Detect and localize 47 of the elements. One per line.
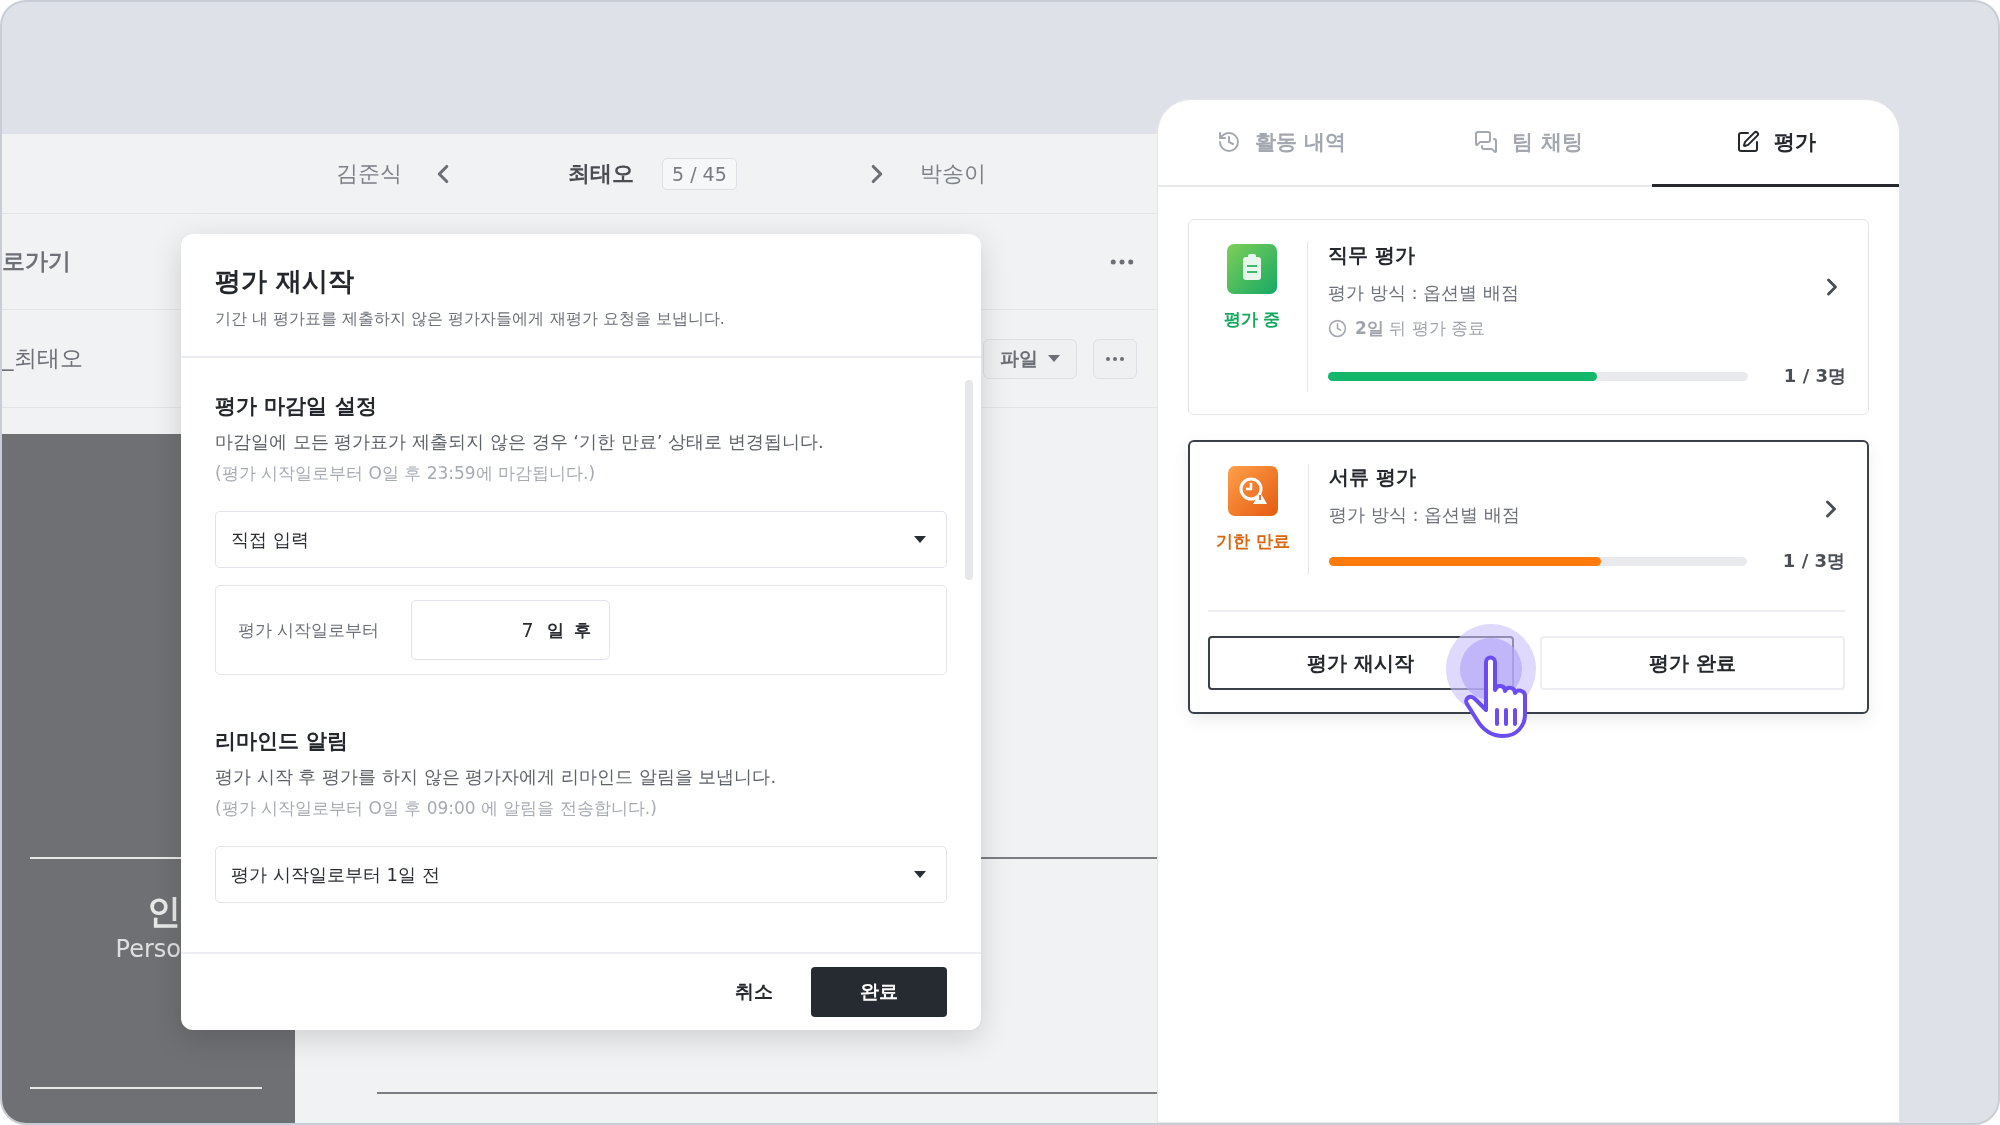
- current-person: 최태오: [568, 159, 634, 188]
- profile-subtitle: Perso: [115, 935, 181, 963]
- offset-label: 평가 시작일로부터: [238, 618, 380, 642]
- status-label: 평가 중: [1223, 308, 1281, 331]
- status-label: 기한 만료: [1216, 530, 1290, 553]
- profile-initial: 인: [147, 890, 181, 933]
- clipboard-icon: [1227, 244, 1277, 294]
- section-title: 리마인드 알림: [215, 728, 350, 755]
- section-description: 마감일에 모든 평가표가 제출되지 않은 경우 ‘기한 만료’ 상태로 변경됩니다.: [215, 430, 825, 454]
- confirm-button[interactable]: 완료: [811, 967, 947, 1017]
- previous-person[interactable]: 김준식: [336, 158, 402, 189]
- clock-icon: [1328, 319, 1347, 338]
- more-icon: [1106, 356, 1124, 361]
- chat-icon: [1474, 130, 1499, 154]
- evaluation-card[interactable]: 평가 중 직무 평가 평가 방식 : 옵션별 배점 2일 뒤 평가 종료 1 / 3명: [1188, 219, 1869, 415]
- cancel-button[interactable]: 취소: [727, 967, 781, 1017]
- action-button[interactable]: 평가 완료: [1539, 636, 1845, 690]
- panel-tab[interactable]: 평가: [1652, 100, 1899, 187]
- select-field[interactable]: 평가 시작일로부터 1일 전: [215, 846, 947, 903]
- caret-icon: [1048, 355, 1060, 362]
- section-note: (평가 시작일로부터 O일 후 23:59에 마감됩니다.): [215, 462, 597, 485]
- section-description: 평가 시작 후 평가를 하지 않은 평가자에게 리마인드 알림을 보냅니다.: [215, 765, 778, 789]
- caret-icon: [914, 871, 926, 878]
- evaluation-method: 평가 방식 : 옵션별 배점: [1329, 503, 1520, 527]
- clock-warning-icon: [1228, 466, 1278, 516]
- edit-icon: [1735, 130, 1760, 154]
- evaluation-title: 서류 평가: [1329, 464, 1416, 491]
- next-person[interactable]: 박송이: [919, 158, 986, 189]
- section-note: (평가 시작일로부터 O일 후 09:00 에 알림을 전송합니다.): [215, 797, 658, 820]
- evaluator-count: 1 / 3명: [1783, 364, 1846, 388]
- evaluation-method: 평가 방식 : 옵션별 배점: [1328, 281, 1519, 305]
- history-icon: [1216, 130, 1241, 154]
- file-dropdown[interactable]: 파일: [983, 338, 1077, 379]
- section-title: 평가 마감일 설정: [215, 393, 378, 420]
- days-input[interactable]: 7 일 후: [411, 600, 611, 660]
- evaluator-count: 1 / 3명: [1782, 549, 1845, 573]
- dialog-subtitle: 기간 내 평가표를 제출하지 않은 평가자들에게 재평가 요청을 보냅니다.: [215, 309, 726, 330]
- evaluation-card[interactable]: 기한 만료 서류 평가 평가 방식 : 옵션별 배점 1 / 3명 평가 재시작 평가 완료: [1188, 440, 1869, 714]
- evaluation-title: 직무 평가: [1328, 242, 1415, 269]
- caret-icon: [914, 536, 926, 543]
- person-counter: 5 / 45: [662, 157, 737, 190]
- file-name: _최태오: [2, 344, 83, 373]
- back-link[interactable]: 로가기: [2, 246, 71, 277]
- deadline-text: 2일 뒤 평가 종료: [1355, 317, 1486, 340]
- select-field[interactable]: 직접 입력: [215, 511, 947, 568]
- dialog-title: 평가 재시작: [215, 265, 356, 298]
- scrollbar[interactable]: [965, 380, 973, 580]
